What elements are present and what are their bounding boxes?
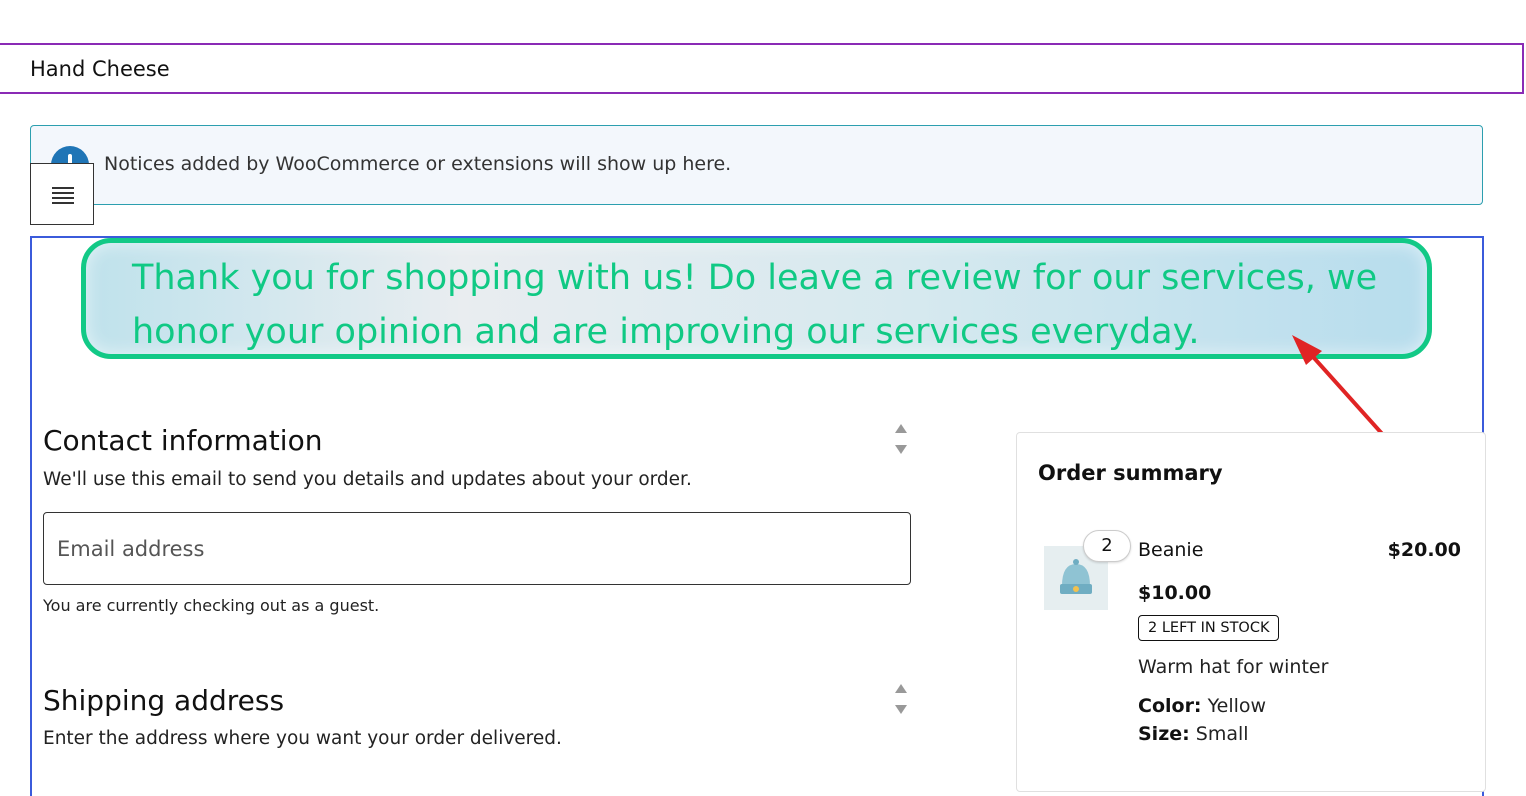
product-description: Warm hat for winter (1138, 656, 1329, 678)
shipping-description: Enter the address where you want your or… (43, 728, 562, 749)
order-summary-panel: Order summary 2 Beanie $20.00 $10.00 2 L… (1016, 432, 1486, 792)
stock-badge: 2 LEFT IN STOCK (1138, 615, 1280, 641)
email-input[interactable] (44, 513, 910, 584)
product-unit-price: $10.00 (1138, 582, 1212, 604)
product-name[interactable]: Beanie (1138, 539, 1203, 561)
hamburger-menu-icon (52, 187, 74, 189)
notice-banner: Notices added by WooCommerce or extensio… (30, 125, 1483, 205)
site-title-bar: Hand Cheese (0, 43, 1524, 94)
product-line-total: $20.00 (1387, 539, 1461, 561)
site-title[interactable]: Hand Cheese (30, 57, 170, 81)
guest-checkout-note: You are currently checking out as a gues… (43, 596, 380, 615)
shipping-section-title: Shipping address (43, 684, 285, 717)
drag-handle-icon[interactable] (893, 684, 909, 714)
contact-section-title: Contact information (43, 424, 323, 457)
thank-you-message: Thank you for shopping with us! Do leave… (132, 258, 1378, 352)
product-attribute-size: Size: Small (1138, 723, 1249, 745)
contact-description: We'll use this email to send you details… (43, 469, 692, 490)
attribute-value: Yellow (1207, 695, 1267, 717)
attribute-label: Size: (1138, 723, 1190, 745)
order-summary-title: Order summary (1038, 461, 1223, 485)
quantity-badge: 2 (1083, 530, 1131, 562)
drag-handle-icon[interactable] (893, 424, 909, 454)
notice-text: Notices added by WooCommerce or extensio… (104, 153, 732, 175)
attribute-label: Color: (1138, 695, 1202, 717)
email-field[interactable] (43, 512, 911, 585)
thank-you-banner: Thank you for shopping with us! Do leave… (81, 238, 1432, 359)
hamburger-menu-button[interactable] (30, 163, 94, 225)
product-attribute-color: Color: Yellow (1138, 695, 1266, 717)
attribute-value: Small (1195, 723, 1249, 745)
